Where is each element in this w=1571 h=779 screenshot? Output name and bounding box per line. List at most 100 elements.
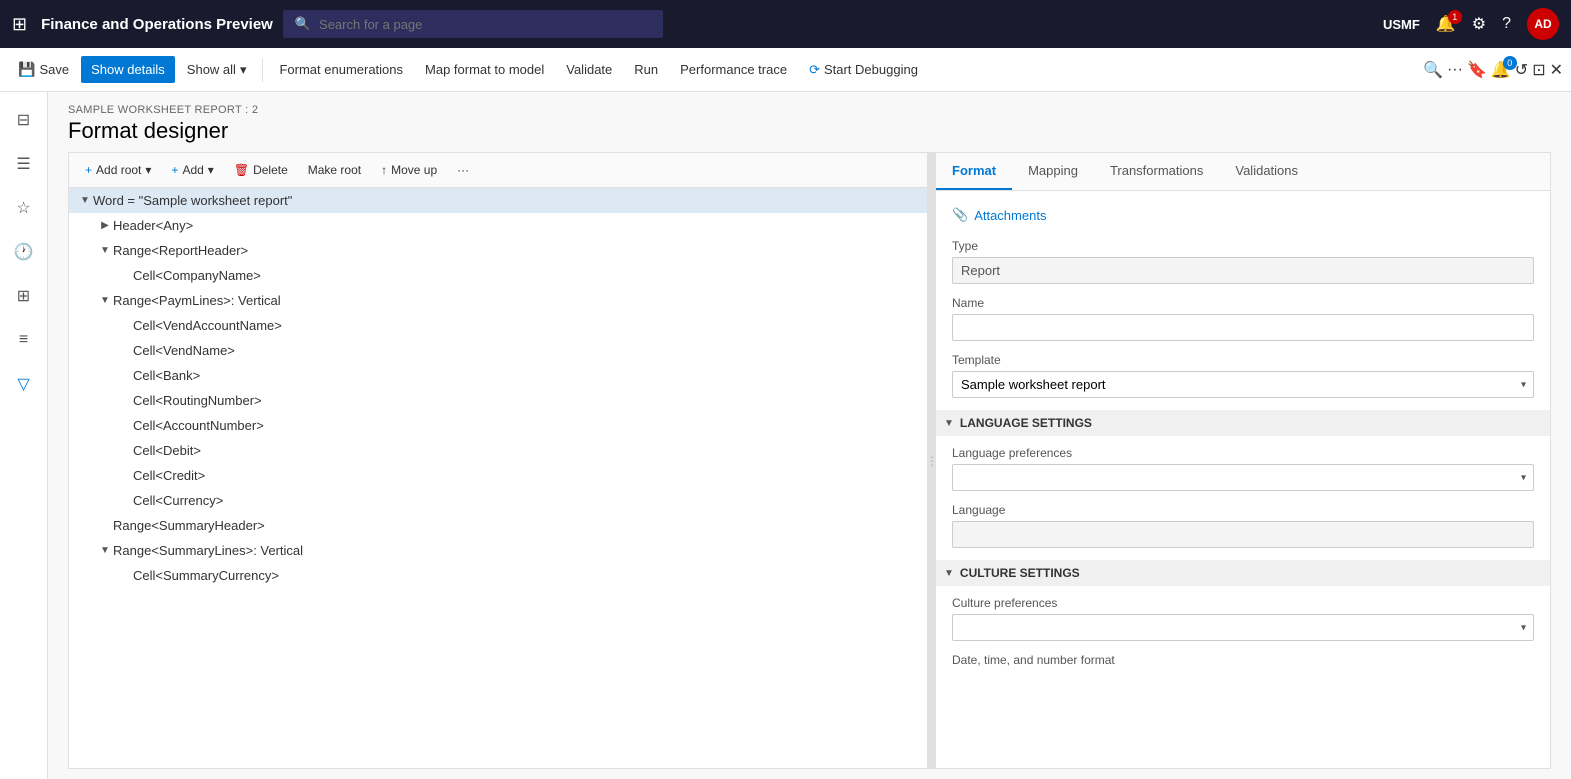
validate-button[interactable]: Validate <box>556 56 622 83</box>
delete-button[interactable]: 🗑 Delete <box>226 159 296 181</box>
debug-icon: ⟳ <box>809 62 820 78</box>
culture-settings-section[interactable]: ▼ CULTURE SETTINGS <box>936 560 1550 586</box>
tree-item[interactable]: Cell<Credit> <box>69 463 927 488</box>
tree-item[interactable]: ▼ Range<ReportHeader> <box>69 238 927 263</box>
type-input[interactable] <box>952 257 1534 284</box>
tree-item[interactable]: Cell<VendAccountName> <box>69 313 927 338</box>
attachments-button[interactable]: 📎 Attachments <box>952 203 1534 227</box>
panel-splitter[interactable]: ⋮ <box>928 152 936 769</box>
sidebar-home-icon[interactable]: ⊟ <box>4 100 44 140</box>
language-input[interactable] <box>952 521 1534 548</box>
lang-prefs-select[interactable] <box>952 464 1534 491</box>
add-root-button[interactable]: + Add root ▾ <box>77 159 159 181</box>
culture-prefs-select[interactable] <box>952 614 1534 641</box>
move-up-button[interactable]: ↑ Move up <box>373 159 445 181</box>
search-input[interactable] <box>319 17 651 32</box>
tree-item[interactable]: Cell<AccountNumber> <box>69 413 927 438</box>
tab-format[interactable]: Format <box>936 153 1012 190</box>
tab-validations[interactable]: Validations <box>1219 153 1314 190</box>
tree-item-label: Word = "Sample worksheet report" <box>93 193 919 208</box>
command-bar: 💾 Save Show details Show all ▾ Format en… <box>0 48 1571 92</box>
tree-item[interactable]: ▼ Range<PaymLines>: Vertical <box>69 288 927 313</box>
properties-panel: Format Mapping Transformations Validatio… <box>936 152 1551 769</box>
performance-trace-button[interactable]: Performance trace <box>670 56 797 83</box>
tree-item[interactable]: Range<SummaryHeader> <box>69 513 927 538</box>
cmd-search-icon[interactable]: 🔍 <box>1423 60 1443 80</box>
tree-item[interactable]: Cell<SummaryCurrency> <box>69 563 927 588</box>
designer-body: + Add root ▾ + Add ▾ 🗑 Delete Make ro <box>48 152 1571 779</box>
sidebar-workspace-icon[interactable]: ⊞ <box>4 276 44 316</box>
run-button[interactable]: Run <box>624 56 668 83</box>
template-field-group: Template Sample worksheet report ▾ <box>952 353 1534 398</box>
tree-panel: + Add root ▾ + Add ▾ 🗑 Delete Make ro <box>68 152 928 769</box>
add-root-icon: + <box>85 163 92 177</box>
sidebar-star-icon[interactable]: ☆ <box>4 188 44 228</box>
tree-item-label: Cell<AccountNumber> <box>133 418 919 433</box>
tree-item[interactable]: ▼ Range<SummaryLines>: Vertical <box>69 538 927 563</box>
breadcrumb: SAMPLE WORKSHEET REPORT : 2 <box>68 104 1551 116</box>
top-nav-right: USMF 🔔1 ⚙ ? AD <box>1383 8 1559 40</box>
tree-item[interactable]: ▼ Word = "Sample worksheet report" <box>69 188 927 213</box>
cmd-bookmark-icon[interactable]: 🔖 <box>1467 60 1487 80</box>
start-debugging-button[interactable]: ⟳ Start Debugging <box>799 56 928 84</box>
tree-content: ▼ Word = "Sample worksheet report" ▶ Hea… <box>69 188 927 768</box>
name-field-group: Name <box>952 296 1534 341</box>
language-settings-section[interactable]: ▼ LANGUAGE SETTINGS <box>936 410 1550 436</box>
lang-prefs-label: Language preferences <box>952 446 1534 460</box>
tree-item-label: Cell<SummaryCurrency> <box>133 568 919 583</box>
template-select[interactable]: Sample worksheet report <box>952 371 1534 398</box>
template-label: Template <box>952 353 1534 367</box>
culture-prefs-label: Culture preferences <box>952 596 1534 610</box>
save-icon: 💾 <box>18 61 35 78</box>
cmd-refresh-icon[interactable]: ↺ <box>1515 60 1528 80</box>
tree-item-label: Cell<CompanyName> <box>133 268 919 283</box>
tree-toggle-icon: ▼ <box>77 195 93 206</box>
move-up-icon: ↑ <box>381 163 387 177</box>
tab-mapping[interactable]: Mapping <box>1012 153 1094 190</box>
sidebar-list-icon[interactable]: ≡ <box>4 320 44 360</box>
cmd-bar-right: 🔍 ··· 🔖 🔔0 ↺ ⊡ ✕ <box>1423 60 1563 80</box>
show-details-button[interactable]: Show details <box>81 56 175 83</box>
search-bar[interactable]: 🔍 <box>283 10 663 38</box>
map-format-button[interactable]: Map format to model <box>415 56 554 83</box>
tree-item-label: Cell<RoutingNumber> <box>133 393 919 408</box>
notif-badge: 1 <box>1448 10 1462 24</box>
make-root-button[interactable]: Make root <box>300 159 369 181</box>
notification-icon[interactable]: 🔔1 <box>1436 14 1456 34</box>
user-avatar[interactable]: AD <box>1527 8 1559 40</box>
cmd-open-icon[interactable]: ⊡ <box>1532 60 1545 80</box>
name-input[interactable] <box>952 314 1534 341</box>
cmd-close-icon[interactable]: ✕ <box>1550 60 1563 80</box>
app-grid-icon[interactable]: ⊞ <box>12 14 27 35</box>
settings-icon[interactable]: ⚙ <box>1472 14 1486 34</box>
sidebar-nav-icon[interactable]: ☰ <box>4 144 44 184</box>
add-button[interactable]: + Add ▾ <box>163 159 221 181</box>
sidebar-recent-icon[interactable]: 🕐 <box>4 232 44 272</box>
tree-item[interactable]: Cell<Bank> <box>69 363 927 388</box>
tree-toggle-icon: ▼ <box>97 545 113 556</box>
tree-item[interactable]: Cell<Debit> <box>69 438 927 463</box>
org-label: USMF <box>1383 17 1420 32</box>
sidebar-filter-icon[interactable]: ▽ <box>4 364 44 404</box>
more-button[interactable]: ··· <box>449 159 477 181</box>
show-all-button[interactable]: Show all ▾ <box>177 56 257 84</box>
tree-item[interactable]: Cell<Currency> <box>69 488 927 513</box>
type-field-group: Type <box>952 239 1534 284</box>
cmd-more-icon[interactable]: ··· <box>1447 61 1463 79</box>
tree-item[interactable]: Cell<RoutingNumber> <box>69 388 927 413</box>
save-button[interactable]: 💾 Save <box>8 55 79 84</box>
tab-transformations[interactable]: Transformations <box>1094 153 1219 190</box>
format-enumerations-button[interactable]: Format enumerations <box>269 56 413 83</box>
tree-item-label: Cell<VendName> <box>133 343 919 358</box>
tree-item[interactable]: Cell<CompanyName> <box>69 263 927 288</box>
tree-toggle-icon: ▼ <box>97 295 113 306</box>
tree-item[interactable]: Cell<VendName> <box>69 338 927 363</box>
tree-item-label: Cell<Credit> <box>133 468 919 483</box>
props-content: 📎 Attachments Type Name <box>936 191 1550 768</box>
cmd-separator-1 <box>262 58 263 82</box>
tree-item-label: Cell<Bank> <box>133 368 919 383</box>
help-icon[interactable]: ? <box>1502 15 1511 33</box>
tree-item[interactable]: ▶ Header<Any> <box>69 213 927 238</box>
lang-section-toggle-icon: ▼ <box>944 418 954 429</box>
cmd-notification-icon[interactable]: 🔔0 <box>1491 60 1511 80</box>
